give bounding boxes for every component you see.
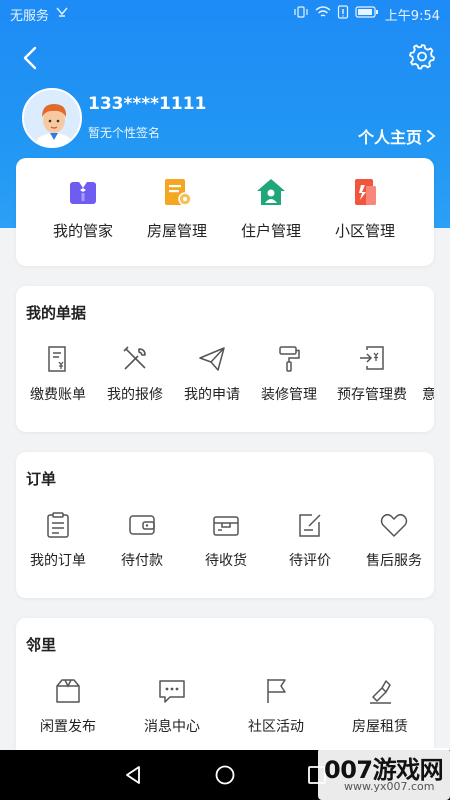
bill-icon <box>48 346 66 372</box>
avatar[interactable] <box>22 88 82 148</box>
watermark-logo: 007游戏网 www.yx007.com <box>318 748 450 800</box>
doc-item-feedback[interactable]: 意见反馈 <box>420 344 434 404</box>
clipboard-icon <box>47 512 69 538</box>
clock-label: 上午9:54 <box>384 8 440 24</box>
triangle-back-icon <box>126 766 140 784</box>
wifi-icon <box>315 5 331 23</box>
neighbor-item-idle-post[interactable]: 闲置发布 <box>16 676 120 736</box>
prepay-icon <box>360 346 384 370</box>
heart-icon <box>380 513 408 537</box>
personal-homepage-label: 个人主页 <box>358 128 423 147</box>
quick-actions-card: 我的管家 房屋管理 住户管理 小区管理 <box>16 158 434 266</box>
section-title: 我的单据 <box>26 304 87 322</box>
order-item-pending-payment[interactable]: 待付款 <box>100 510 184 570</box>
user-signature: 暂无个性签名 <box>88 126 161 140</box>
paint-roller-icon <box>279 346 300 372</box>
rental-icon <box>370 680 391 704</box>
carrier-label: 无服务 <box>10 8 50 24</box>
my-documents-card: 我的单据 缴费账单 我的报修 我的申请 装修管理 预存管理费 意 <box>16 286 434 432</box>
documents-row: 缴费账单 我的报修 我的申请 装修管理 预存管理费 意 <box>16 344 434 404</box>
personal-homepage-link[interactable]: 个人主页 <box>358 124 436 148</box>
quick-item-house-management[interactable]: 房屋管理 <box>130 176 224 241</box>
repair-tools-icon <box>123 346 146 370</box>
community-icon <box>355 179 376 205</box>
section-title: 订单 <box>26 470 57 488</box>
butler-icon <box>70 182 96 204</box>
circle-home-icon <box>215 765 235 785</box>
neighbor-item-message-center[interactable]: 消息中心 <box>120 676 224 736</box>
doc-item-my-application[interactable]: 我的申请 <box>170 344 254 404</box>
chevron-right-icon <box>427 130 436 142</box>
resident-home-icon <box>257 179 285 205</box>
neighbor-item-house-rental[interactable]: 房屋租赁 <box>328 676 432 736</box>
user-phone: 133****1111 <box>88 94 207 114</box>
quick-item-resident-management[interactable]: 住户管理 <box>224 176 318 241</box>
notification-icon <box>55 6 69 22</box>
idle-box-icon <box>56 679 80 703</box>
house-doc-icon <box>165 179 192 206</box>
order-item-after-sales[interactable]: 售后服务 <box>352 510 434 570</box>
sim-icon <box>337 5 349 23</box>
orders-row: 我的订单 待付款 待收货 待评价 售后服务 <box>16 510 434 570</box>
order-item-pending-receipt[interactable]: 待收货 <box>184 510 268 570</box>
neighbor-item-community-activity[interactable]: 社区活动 <box>224 676 328 736</box>
nav-home-button[interactable] <box>214 764 236 786</box>
chat-bubble-icon <box>159 680 185 703</box>
order-item-my-orders[interactable]: 我的订单 <box>16 510 100 570</box>
neighbors-row: 闲置发布 消息中心 社区活动 房屋租赁 <box>16 676 434 736</box>
vibrate-icon <box>293 5 309 23</box>
doc-item-payment-bill[interactable]: 缴费账单 <box>16 344 100 404</box>
back-button[interactable] <box>18 44 42 72</box>
doc-item-renovation[interactable]: 装修管理 <box>254 344 324 404</box>
doc-item-prepay-fee[interactable]: 预存管理费 <box>324 344 420 404</box>
flag-icon <box>267 679 286 703</box>
doc-item-my-repair[interactable]: 我的报修 <box>100 344 170 404</box>
battery-icon <box>355 6 379 22</box>
quick-item-butler[interactable]: 我的管家 <box>36 176 130 241</box>
order-item-pending-review[interactable]: 待评价 <box>268 510 352 570</box>
orders-card: 订单 我的订单 待付款 待收货 待评价 售后服务 <box>16 452 434 598</box>
neighbors-card: 邻里 闲置发布 消息中心 社区活动 房屋租赁 <box>16 618 434 758</box>
status-bar: 无服务 上午9:54 <box>0 0 450 28</box>
quick-item-community-management[interactable]: 小区管理 <box>318 176 412 241</box>
wallet-icon <box>129 515 155 535</box>
paper-plane-icon <box>199 347 225 371</box>
box-icon <box>213 516 239 536</box>
settings-button[interactable] <box>408 42 436 70</box>
nav-back-button[interactable] <box>122 764 144 786</box>
gear-icon <box>409 44 435 70</box>
chevron-left-icon <box>23 46 37 70</box>
edit-note-icon <box>299 514 321 537</box>
section-title: 邻里 <box>26 636 57 654</box>
